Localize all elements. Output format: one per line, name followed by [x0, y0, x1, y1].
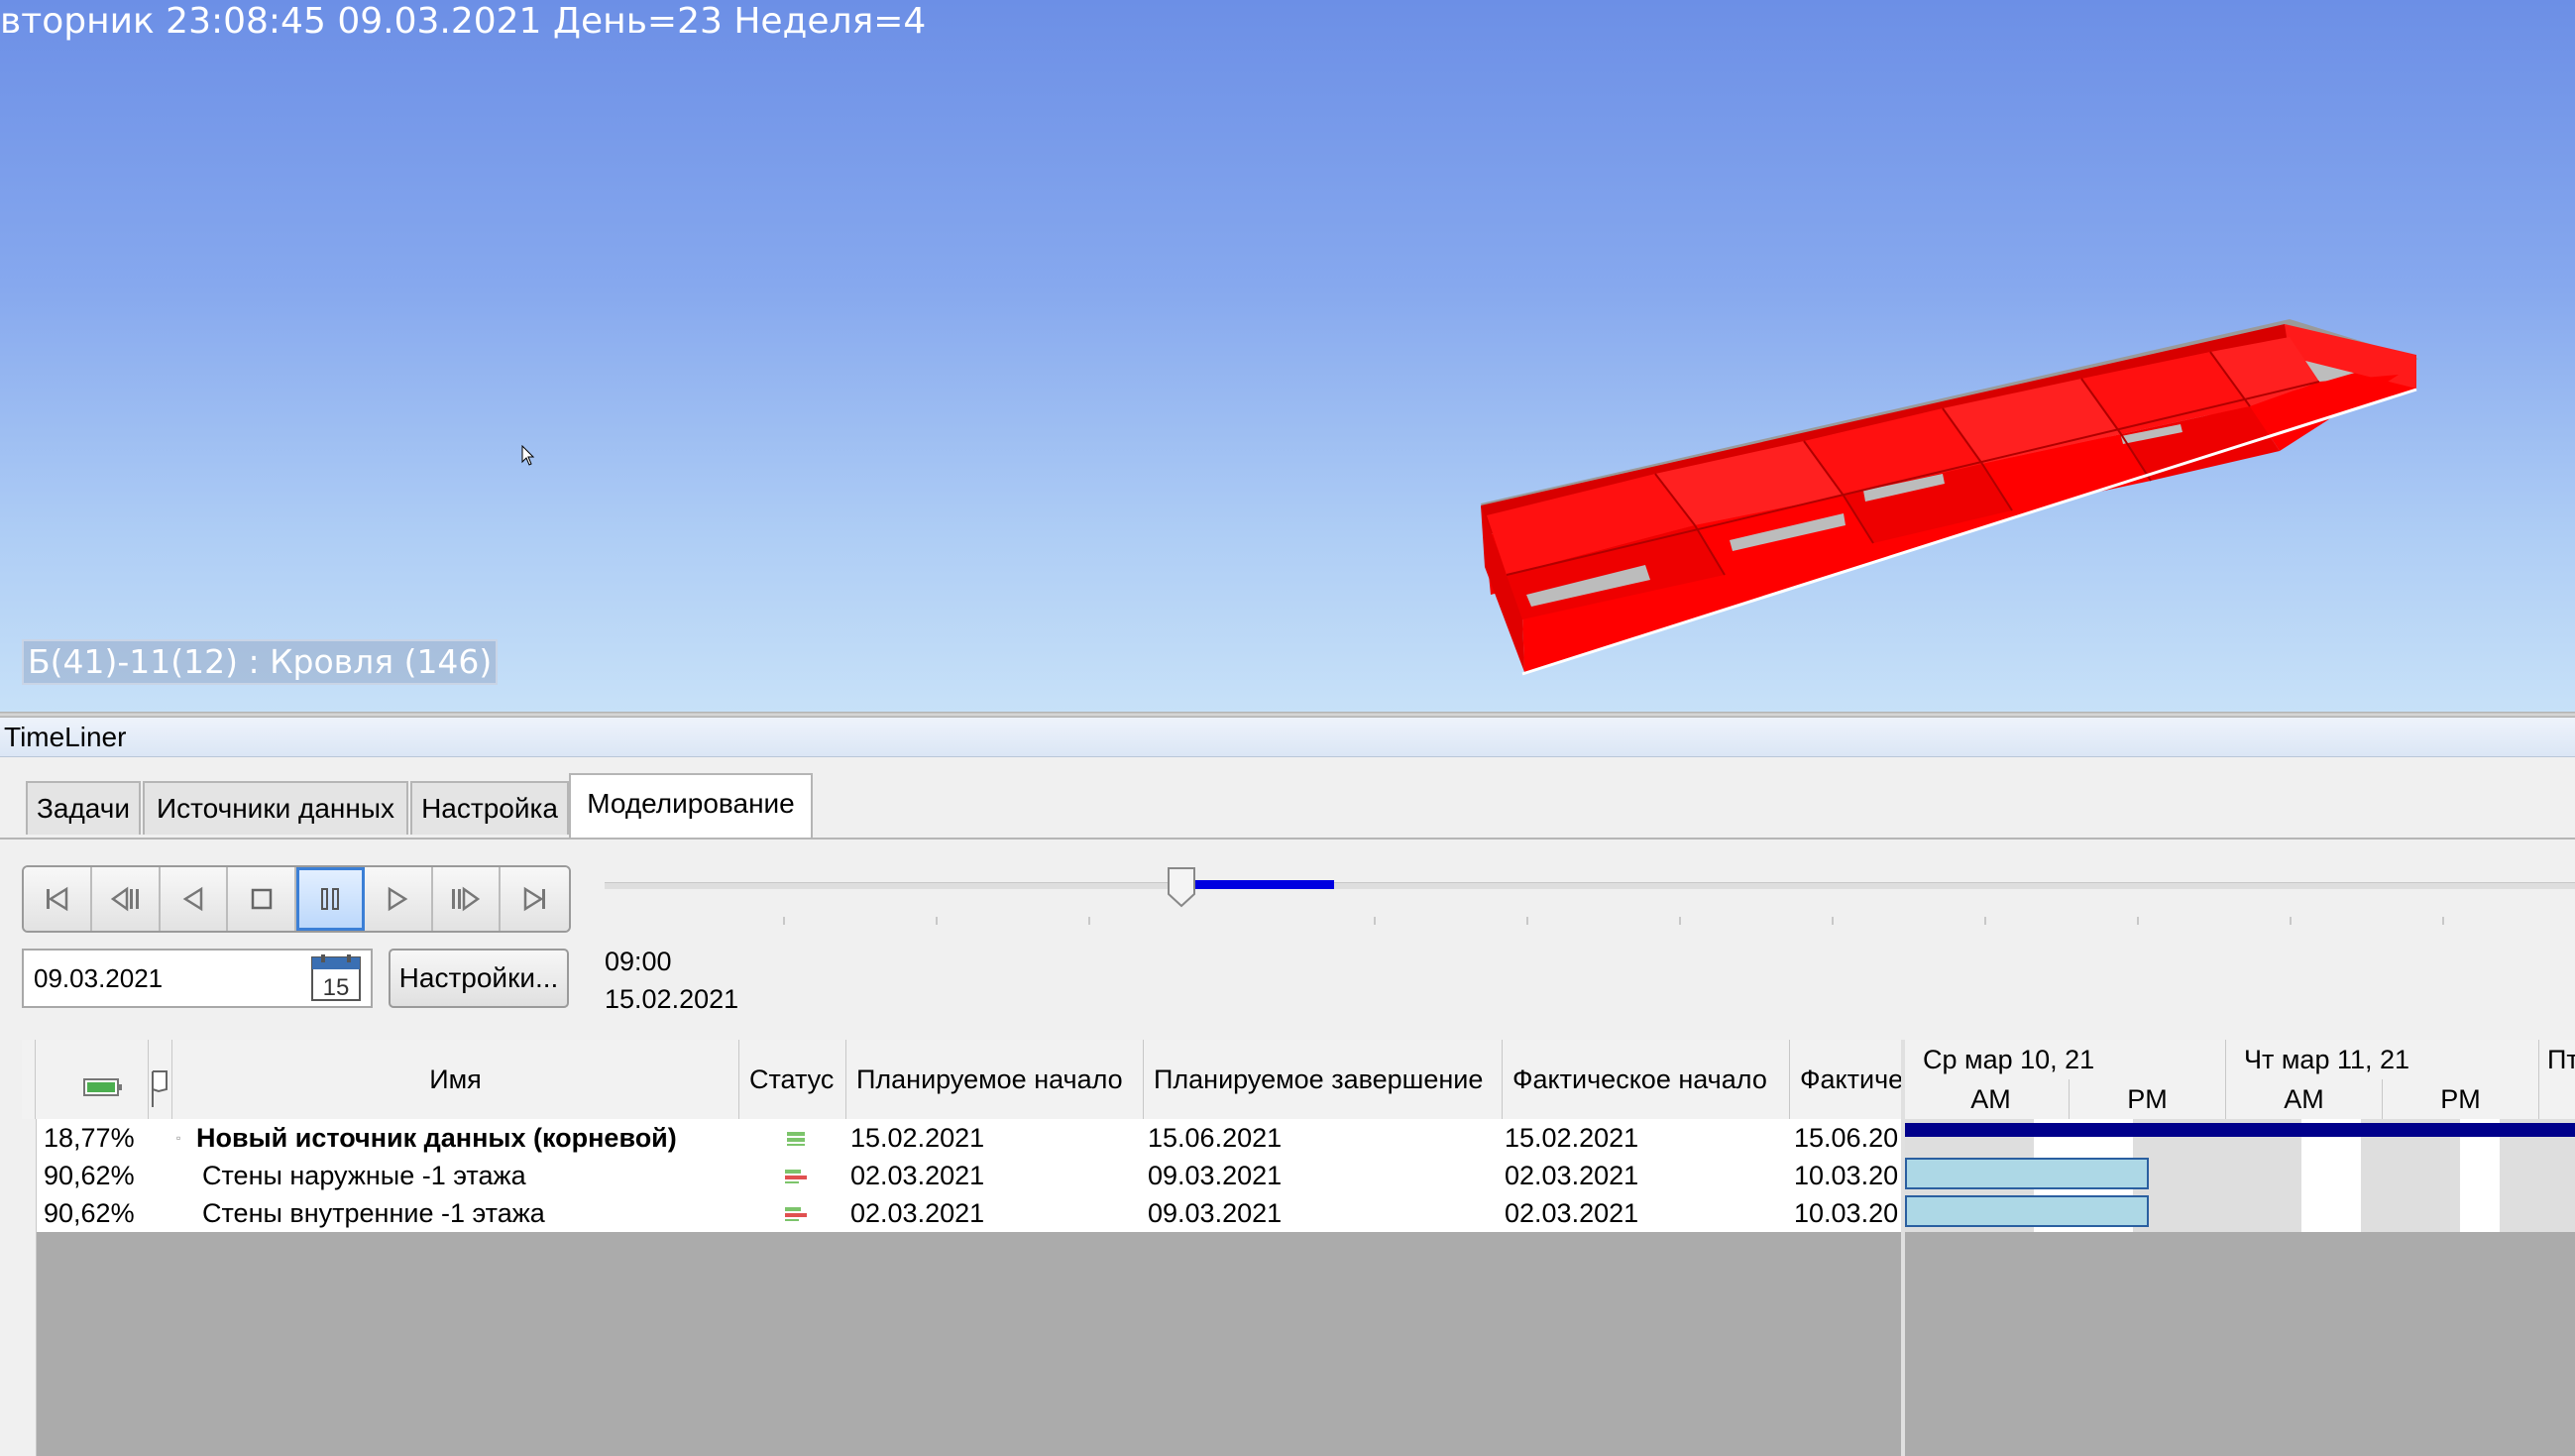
slider-tick: [1374, 917, 1376, 925]
play-icon: [388, 886, 408, 912]
actual-end-column-header[interactable]: Фактиче: [1790, 1040, 1903, 1119]
pause-icon: [321, 888, 340, 910]
gantt-day-label: Ср мар 10, 21: [1905, 1040, 2226, 1079]
gantt-day-label: Чт мар 11, 21: [2226, 1040, 2539, 1079]
tab-data-sources[interactable]: Источники данных: [143, 781, 408, 835]
play-reverse-button[interactable]: [160, 867, 229, 931]
task-name: Стены внутренние -1 этажа: [202, 1198, 545, 1228]
planned-end: 15.06.2021: [1148, 1123, 1283, 1153]
current-time-label: 09:00: [605, 947, 672, 976]
gantt-bar-task[interactable]: [1905, 1158, 2149, 1189]
step-forward-icon: [451, 886, 481, 912]
play-reverse-icon: [182, 886, 203, 912]
task-grid: Имя Статус Планируемое начало Планируемо…: [22, 1040, 1903, 1456]
pause-button[interactable]: [296, 867, 365, 931]
actual-end: 10.03.20: [1794, 1198, 1899, 1228]
rewind-to-start-button[interactable]: [24, 867, 92, 931]
slider-tick: [1984, 917, 1986, 925]
collapse-icon[interactable]: ▫: [176, 1119, 188, 1157]
play-button[interactable]: [364, 867, 433, 931]
actual-start-column-header[interactable]: Фактическое начало: [1503, 1040, 1790, 1119]
timeline-slider-track[interactable]: [605, 882, 2575, 889]
gantt-halfday-label: AM: [2226, 1079, 2383, 1119]
gantt-bar-task[interactable]: [1905, 1195, 2149, 1227]
tab-simulate[interactable]: Моделирование: [569, 773, 813, 839]
gantt-day-header: Ср мар 10, 21 Чт мар 11, 21 Пт: [1905, 1040, 2575, 1080]
gantt-bar-root[interactable]: [1905, 1123, 2575, 1137]
forward-to-end-button[interactable]: [501, 867, 569, 931]
gantt-halfday-label: PM: [2070, 1079, 2226, 1119]
actual-end: 15.06.20: [1794, 1123, 1899, 1153]
actual-start: 02.03.2021: [1505, 1198, 1639, 1228]
slider-tick: [1832, 917, 1834, 925]
calendar-day-number: 15: [323, 974, 350, 1001]
progress-value: 18,77%: [44, 1123, 135, 1153]
timeline-slider-thumb[interactable]: [1167, 866, 1196, 908]
calendar-icon[interactable]: 15: [309, 953, 363, 1003]
building-model[interactable]: [0, 0, 2575, 712]
grid-header: Имя Статус Планируемое начало Планируемо…: [22, 1040, 1903, 1121]
status-icon: [785, 1119, 809, 1157]
gantt-halfday-header: AM PM AM PM: [1905, 1079, 2575, 1121]
row-header-column: [22, 1040, 36, 1119]
table-row[interactable]: 90,62% Стены наружные -1 этажа 02.03.202…: [22, 1157, 1903, 1194]
gantt-halfday-label: AM: [1913, 1079, 2070, 1119]
playback-controls: [22, 865, 571, 933]
status-icon: [783, 1194, 811, 1232]
slider-tick: [2442, 917, 2444, 925]
status-icon: [783, 1157, 811, 1194]
actual-start: 15.02.2021: [1505, 1123, 1639, 1153]
progress-value: 90,62%: [44, 1198, 135, 1228]
selection-label: Б(41)-11(12) : Кровля (146): [22, 639, 499, 685]
status-column-header[interactable]: Статус: [739, 1040, 846, 1119]
skip-to-start-icon: [47, 886, 68, 912]
tab-divider: [0, 838, 2575, 840]
timeline-playback-range: [1181, 880, 1334, 889]
slider-tick: [783, 917, 785, 925]
skip-to-end-icon: [523, 886, 545, 912]
tab-tasks[interactable]: Задачи: [26, 781, 141, 835]
row-selector-strip: [22, 1119, 37, 1456]
step-forward-button[interactable]: [432, 867, 502, 931]
step-back-icon: [110, 886, 140, 912]
slider-tick: [1679, 917, 1681, 925]
table-row[interactable]: ▸ 18,77% ▫ Новый источник данных (корнев…: [22, 1119, 1903, 1157]
flag-column-header[interactable]: [149, 1040, 172, 1119]
stop-icon: [251, 888, 272, 910]
battery-icon: [83, 1078, 122, 1096]
task-name: Стены наружные -1 этажа: [202, 1161, 526, 1190]
panel-title: TimeLiner: [0, 718, 2575, 757]
gantt-halfday-label: PM: [2383, 1079, 2539, 1119]
step-back-button[interactable]: [91, 867, 161, 931]
gantt-day-label: Пт: [2547, 1045, 2575, 1074]
3d-viewport[interactable]: вторник 23:08:45 09.03.2021 День=23 Неде…: [0, 0, 2575, 712]
planned-start: 15.02.2021: [850, 1123, 985, 1153]
tab-bar: Задачи Источники данных Настройка Модели…: [0, 757, 2575, 839]
planned-start: 02.03.2021: [850, 1161, 985, 1190]
planned-end-column-header[interactable]: Планируемое завершение: [1144, 1040, 1503, 1119]
planned-end: 09.03.2021: [1148, 1161, 1283, 1190]
actual-start: 02.03.2021: [1505, 1161, 1639, 1190]
slider-tick: [936, 917, 938, 925]
name-column-header[interactable]: Имя: [172, 1040, 739, 1119]
planned-end: 09.03.2021: [1148, 1198, 1283, 1228]
progress-column-header[interactable]: [36, 1040, 149, 1119]
current-date-label: 15.02.2021: [605, 984, 739, 1014]
slider-tick: [1526, 917, 1528, 925]
actual-end: 10.03.20: [1794, 1161, 1899, 1190]
flag-icon: [152, 1070, 168, 1107]
planned-start-column-header[interactable]: Планируемое начало: [846, 1040, 1144, 1119]
slider-tick: [2290, 917, 2292, 925]
task-name: Новый источник данных (корневой): [196, 1123, 677, 1153]
stop-button[interactable]: [228, 867, 296, 931]
simulation-settings-button[interactable]: Настройки...: [389, 949, 569, 1008]
table-row[interactable]: 90,62% Стены внутренние -1 этажа 02.03.2…: [22, 1194, 1903, 1232]
gantt-chart[interactable]: Ср мар 10, 21 Чт мар 11, 21 Пт AM PM AM …: [1905, 1040, 2575, 1456]
progress-value: 90,62%: [44, 1161, 135, 1190]
slider-tick: [1088, 917, 1090, 925]
mouse-cursor-icon: [521, 445, 535, 466]
planned-start: 02.03.2021: [850, 1198, 985, 1228]
slider-tick: [2137, 917, 2139, 925]
tab-configure[interactable]: Настройка: [410, 781, 569, 835]
